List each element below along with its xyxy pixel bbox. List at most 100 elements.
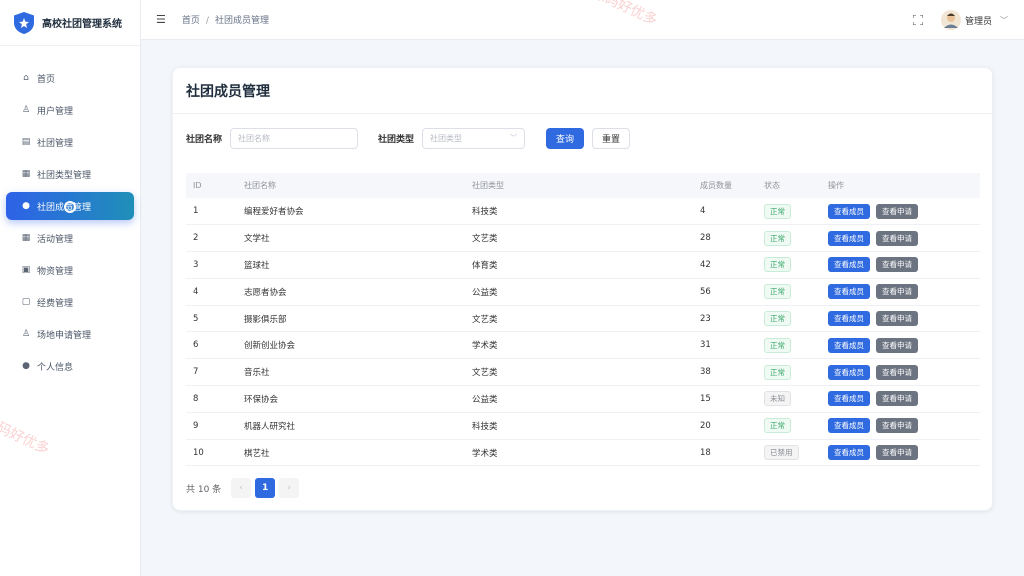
sidebar-item-7[interactable]: ▢ 经费管理 bbox=[6, 288, 134, 316]
cell-actions: 查看成员 查看申请 bbox=[821, 198, 980, 225]
view-members-button[interactable]: 查看成员 bbox=[828, 257, 870, 273]
fullscreen-icon[interactable] bbox=[912, 15, 923, 25]
view-applications-button[interactable]: 查看申请 bbox=[876, 391, 918, 407]
mouse-cursor-indicator bbox=[64, 201, 76, 213]
view-applications-button[interactable]: 查看申请 bbox=[876, 311, 918, 327]
topbar-user-area: 管理员 ﹀ bbox=[912, 0, 1008, 40]
document-icon: ▤ bbox=[21, 137, 31, 147]
view-members-button[interactable]: 查看成员 bbox=[828, 364, 870, 380]
cell-id: 5 bbox=[193, 313, 199, 324]
col-id: ID bbox=[193, 181, 202, 190]
cell-count: 28 bbox=[700, 233, 711, 244]
cell-status: 正常 bbox=[757, 198, 821, 225]
avatar[interactable] bbox=[940, 10, 961, 30]
main-card: 社团成员管理 社团名称 社团类型 社团类型 ﹀ 查询 重置 ID 社团名称 社团… bbox=[172, 67, 993, 511]
query-button[interactable]: 查询 bbox=[546, 127, 585, 149]
sidebar-item-2[interactable]: ▤ 社团管理 bbox=[6, 128, 134, 156]
view-applications-button[interactable]: 查看申请 bbox=[876, 445, 918, 461]
cell-name: 环保协会 bbox=[244, 394, 279, 405]
cell-id: 2 bbox=[193, 233, 199, 244]
cell-name: 志愿者协会 bbox=[244, 287, 287, 298]
sidebar-item-3[interactable]: ▦ 社团类型管理 bbox=[6, 160, 134, 188]
sidebar-item-5[interactable]: ▦ 活动管理 bbox=[6, 224, 134, 252]
table-row: 4 志愿者协会 公益类 56 正常 查看成员 查看申请 bbox=[186, 278, 980, 306]
cell-status: 已禁用 bbox=[757, 439, 821, 466]
view-applications-button[interactable]: 查看申请 bbox=[876, 364, 918, 380]
cell-status: 正常 bbox=[757, 278, 821, 305]
user-name[interactable]: 管理员 bbox=[965, 14, 992, 27]
topbar: ☰ 首页 / 社团成员管理 管理员 ﹀ bbox=[141, 0, 1024, 40]
logo[interactable]: 高校社团管理系统 bbox=[0, 0, 140, 46]
sidebar-item-8[interactable]: ♙ 场地申请管理 bbox=[6, 320, 134, 348]
table-row: 1 编程爱好者协会 科技类 4 正常 查看成员 查看申请 bbox=[186, 198, 980, 225]
view-applications-button[interactable]: 查看申请 bbox=[876, 257, 918, 273]
status-badge: 正常 bbox=[764, 203, 791, 219]
view-members-button[interactable]: 查看成员 bbox=[828, 203, 870, 219]
cell-type: 公益类 bbox=[472, 394, 498, 405]
sidebar: 高校社团管理系统 ⌂ 首页 ♙ 用户管理 ▤ 社团管理 ▦ 社团类型管理 ● 社团成员管理 ▦ 活动管… bbox=[0, 0, 141, 576]
status-badge: 正常 bbox=[764, 418, 791, 434]
menu-toggle-icon[interactable]: ☰ bbox=[156, 13, 166, 26]
table-row: 5 摄影俱乐部 文艺类 23 正常 查看成员 查看申请 bbox=[186, 305, 980, 332]
cell-actions: 查看成员 查看申请 bbox=[821, 305, 980, 332]
profile-icon: ● bbox=[22, 361, 30, 371]
box-icon: ▣ bbox=[21, 265, 31, 275]
chevron-down-icon[interactable]: ﹀ bbox=[1000, 15, 1008, 26]
col-name: 社团名称 bbox=[244, 181, 276, 190]
cell-actions: 查看成员 查看申请 bbox=[821, 252, 980, 279]
sidebar-item-4[interactable]: ● 社团成员管理 bbox=[6, 192, 134, 220]
cell-type: 科技类 bbox=[472, 207, 498, 218]
sidebar-item-label: 个人信息 bbox=[37, 362, 74, 373]
table-row: 7 音乐社 文艺类 38 正常 查看成员 查看申请 bbox=[186, 359, 980, 386]
page-number[interactable]: 1 bbox=[255, 478, 276, 498]
view-members-button[interactable]: 查看成员 bbox=[828, 311, 870, 327]
club-type-select[interactable]: 社团类型 ﹀ bbox=[422, 127, 526, 149]
sidebar-item-0[interactable]: ⌂ 首页 bbox=[6, 64, 134, 92]
reset-button[interactable]: 重置 bbox=[592, 127, 631, 149]
view-members-button[interactable]: 查看成员 bbox=[828, 284, 870, 300]
cell-type: 文艺类 bbox=[472, 234, 498, 245]
cell-type: 公益类 bbox=[472, 287, 498, 298]
sidebar-item-9[interactable]: ● 个人信息 bbox=[6, 352, 134, 380]
cell-status: 未知 bbox=[757, 386, 821, 413]
sidebar-item-6[interactable]: ▣ 物资管理 bbox=[6, 256, 134, 284]
cell-status: 正常 bbox=[757, 225, 821, 252]
club-name-input[interactable] bbox=[238, 133, 358, 143]
cell-count: 38 bbox=[700, 367, 711, 378]
club-name-input-wrap[interactable] bbox=[230, 127, 359, 149]
shield-logo-icon bbox=[14, 11, 34, 34]
view-applications-button[interactable]: 查看申请 bbox=[876, 284, 918, 300]
total-count: 共 10 条 bbox=[186, 484, 222, 495]
view-applications-button[interactable]: 查看申请 bbox=[876, 418, 918, 434]
cell-actions: 查看成员 查看申请 bbox=[821, 386, 980, 413]
view-members-button[interactable]: 查看成员 bbox=[828, 230, 870, 246]
sidebar-item-label: 首页 bbox=[37, 74, 56, 85]
view-members-button[interactable]: 查看成员 bbox=[828, 337, 870, 353]
money-icon: ▢ bbox=[21, 297, 31, 307]
prev-page-button[interactable]: ‹ bbox=[231, 478, 252, 498]
table-row: 6 创新创业协会 学术类 31 正常 查看成员 查看申请 bbox=[186, 332, 980, 359]
view-members-button[interactable]: 查看成员 bbox=[828, 445, 870, 461]
view-applications-button[interactable]: 查看申请 bbox=[876, 230, 918, 246]
breadcrumb-separator: / bbox=[205, 16, 209, 26]
sidebar-item-1[interactable]: ♙ 用户管理 bbox=[6, 96, 134, 124]
club-type-label: 社团类型 bbox=[378, 134, 415, 145]
cell-count: 42 bbox=[700, 259, 711, 270]
app-title: 高校社团管理系统 bbox=[42, 19, 122, 30]
view-applications-button[interactable]: 查看申请 bbox=[876, 203, 918, 219]
view-applications-button[interactable]: 查看申请 bbox=[876, 337, 918, 353]
cell-id: 7 bbox=[193, 367, 199, 378]
sidebar-menu: ⌂ 首页 ♙ 用户管理 ▤ 社团管理 ▦ 社团类型管理 ● 社团成员管理 ▦ 活动管理 ▣ 物资管理 ▢ 经费… bbox=[0, 46, 140, 380]
cell-name: 摄影俱乐部 bbox=[244, 314, 287, 325]
table-row: 2 文学社 文艺类 28 正常 查看成员 查看申请 bbox=[186, 225, 980, 252]
sidebar-item-label: 用户管理 bbox=[37, 106, 74, 117]
view-members-button[interactable]: 查看成员 bbox=[828, 391, 870, 407]
cell-name: 篮球社 bbox=[244, 260, 270, 271]
cell-status: 正常 bbox=[757, 332, 821, 359]
breadcrumb-home[interactable]: 首页 bbox=[182, 16, 200, 26]
cell-actions: 查看成员 查看申请 bbox=[821, 359, 980, 386]
view-members-button[interactable]: 查看成员 bbox=[828, 418, 870, 434]
col-type: 社团类型 bbox=[472, 181, 504, 190]
next-page-button[interactable]: › bbox=[279, 478, 300, 498]
table-header-row: ID 社团名称 社团类型 成员数量 状态 操作 bbox=[186, 173, 980, 198]
